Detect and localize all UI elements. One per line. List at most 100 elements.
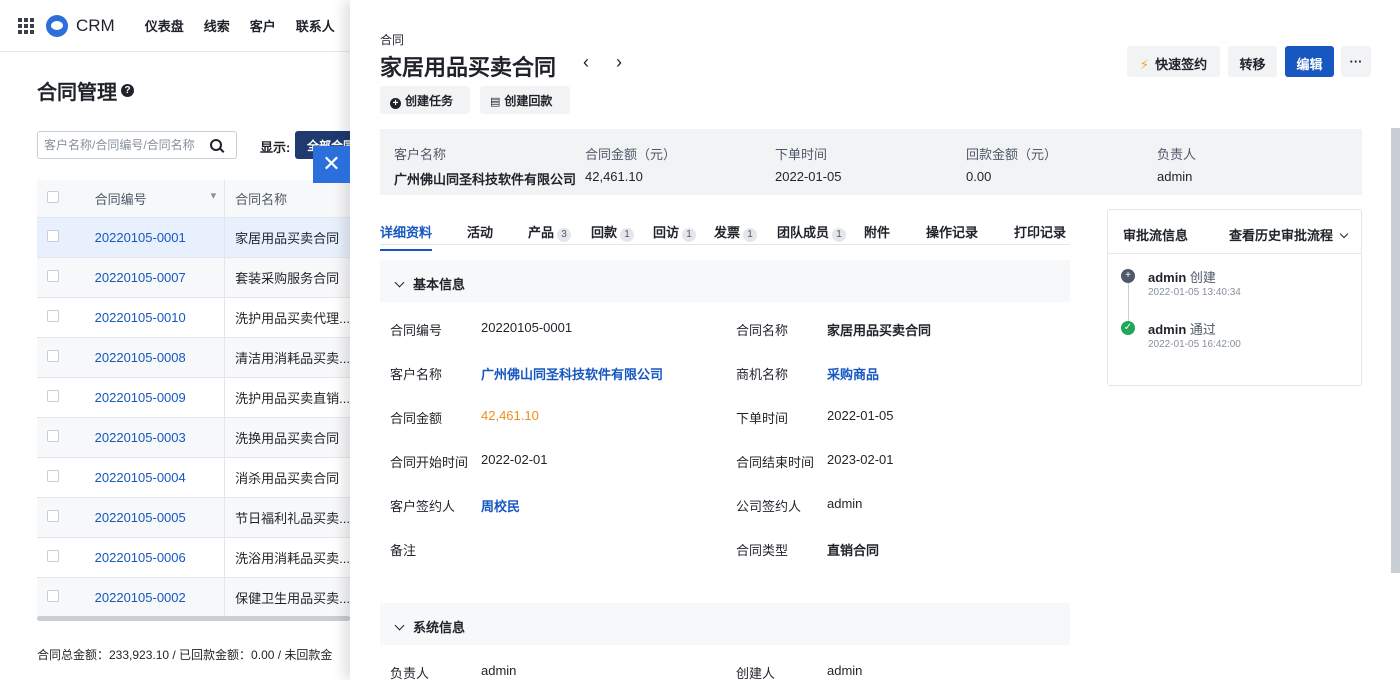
field-label: 合同类型 — [736, 543, 789, 558]
table-row[interactable]: 20220105-0009 洗护用品买卖直销... — [37, 377, 350, 418]
table-row[interactable]: 20220105-0002 保健卫生用品买卖... — [37, 577, 350, 618]
more-button[interactable]: ··· — [1341, 46, 1371, 77]
row-checkbox[interactable] — [47, 229, 59, 242]
contract-number-cell: 20220105-0001 — [84, 217, 226, 258]
contract-number-cell: 20220105-0008 — [84, 337, 226, 378]
row-checkbox[interactable] — [47, 589, 59, 602]
column-header-name[interactable]: 合同名称 — [224, 180, 350, 218]
row-checkbox[interactable] — [47, 269, 59, 282]
edit-button[interactable]: 编辑 — [1285, 46, 1334, 77]
filter-icon[interactable]: ▾ — [211, 189, 217, 202]
summary-amount: 合同金额（元） 42,461.10 — [585, 144, 676, 184]
field-label: 商机名称 — [736, 367, 789, 382]
next-record-icon[interactable]: › — [616, 52, 622, 73]
summary-value: 2022-01-05 — [775, 169, 842, 184]
contract-number-link[interactable]: 20220105-0002 — [95, 590, 186, 605]
customer-link[interactable]: 广州佛山同圣科技软件有限公司 — [481, 364, 663, 383]
row-checkbox-cell — [37, 297, 85, 338]
nav-item-customers[interactable]: 客户 — [250, 16, 276, 35]
tab-visits[interactable]: 回访 1 — [653, 222, 697, 242]
tab-team[interactable]: 团队成员 1 — [777, 222, 847, 242]
table-row[interactable]: 20220105-0004 消杀用品买卖合同 — [37, 457, 350, 498]
tab-activity[interactable]: 活动 — [467, 222, 493, 241]
row-checkbox[interactable] — [47, 349, 59, 362]
tab-products[interactable]: 产品 3 — [528, 222, 572, 242]
field-label: 备注 — [390, 543, 417, 558]
tab-print-log[interactable]: 打印记录 — [1014, 222, 1066, 241]
customer-signer-link[interactable]: 周校民 — [481, 496, 520, 515]
contract-number-link[interactable]: 20220105-0008 — [95, 350, 186, 365]
help-icon[interactable]: ? — [121, 84, 134, 97]
table-horizontal-scrollbar[interactable] — [37, 616, 350, 621]
row-checkbox[interactable] — [47, 429, 59, 442]
approval-title: 审批流信息 — [1123, 228, 1189, 243]
tab-operation-log[interactable]: 操作记录 — [926, 222, 978, 241]
tab-payments[interactable]: 回款 1 — [591, 222, 635, 242]
contract-name-cell: 保健卫生用品买卖... — [224, 577, 350, 618]
contract-number-link[interactable]: 20220105-0010 — [95, 310, 186, 325]
close-drawer-button[interactable]: ✕ — [313, 146, 350, 183]
system-info-header[interactable]: 系统信息 — [380, 603, 1070, 645]
tab-invoices[interactable]: 发票 1 — [714, 222, 758, 242]
create-task-button[interactable]: + 创建任务 — [380, 86, 470, 114]
approval-header: 审批流信息 查看历史审批流程 — [1108, 210, 1361, 254]
apps-grid-icon[interactable] — [18, 17, 34, 34]
field-label: 创建人 — [736, 666, 776, 680]
row-checkbox[interactable] — [47, 549, 59, 562]
transfer-button[interactable]: 转移 — [1228, 46, 1277, 77]
field-label: 合同金额 — [390, 411, 443, 426]
table-row[interactable]: 20220105-0008 清洁用消耗品买卖... — [37, 337, 350, 378]
field-label: 客户签约人 — [390, 499, 456, 514]
contract-number-link[interactable]: 20220105-0003 — [95, 430, 186, 445]
contract-number-link[interactable]: 20220105-0005 — [95, 510, 186, 525]
summary-label: 负责人 — [1157, 147, 1197, 162]
tab-attachments[interactable]: 附件 — [864, 222, 890, 241]
basic-info-header[interactable]: 基本信息 — [380, 260, 1070, 302]
create-payment-button[interactable]: ▤ 创建回款 — [480, 86, 570, 114]
drawer-title: 家居用品买卖合同 — [380, 55, 557, 80]
field-label: 合同编号 — [390, 323, 443, 338]
row-checkbox[interactable] — [47, 469, 59, 482]
search-icon[interactable] — [210, 139, 222, 151]
table-row[interactable]: 20220105-0001 家居用品买卖合同 — [37, 217, 350, 258]
summary-label: 客户名称 — [394, 147, 447, 162]
row-checkbox[interactable] — [47, 509, 59, 522]
contract-summary: 客户名称 广州佛山同圣科技软件有限公司 合同金额（元） 42,461.10 下单… — [380, 129, 1362, 195]
approval-panel: 审批流信息 查看历史审批流程 + admin 创建 2022-01-05 13:… — [1107, 209, 1362, 386]
summary-value: admin — [1157, 169, 1193, 184]
table-row[interactable]: 20220105-0006 洗浴用消耗品买卖... — [37, 537, 350, 578]
contract-number-link[interactable]: 20220105-0007 — [95, 270, 186, 285]
nav-item-dashboard[interactable]: 仪表盘 — [145, 16, 184, 35]
contract-detail-drawer: 合同 家居用品买卖合同 ‹ › + 创建任务 ▤ 创建回款 ⚡ 快速签约 转移 编辑 … — [350, 0, 1400, 680]
row-checkbox[interactable] — [47, 309, 59, 322]
approval-user: admin — [1148, 322, 1187, 337]
search-input[interactable] — [44, 138, 204, 152]
nav-item-leads[interactable]: 线索 — [204, 16, 230, 35]
chevron-down-icon — [1339, 229, 1349, 239]
contract-number-link[interactable]: 20220105-0009 — [95, 390, 186, 405]
table-row[interactable]: 20220105-0003 洗换用品买卖合同 — [37, 417, 350, 458]
drawer-vertical-scrollbar[interactable] — [1391, 128, 1400, 573]
field-label: 合同开始时间 — [390, 455, 469, 470]
contract-number-link[interactable]: 20220105-0004 — [95, 470, 186, 485]
tab-label: 产品 — [528, 225, 555, 240]
column-header-number[interactable]: 合同编号 ▾ — [84, 180, 226, 218]
count-badge: 3 — [557, 228, 572, 242]
approval-history-link[interactable]: 查看历史审批流程 — [1229, 225, 1349, 244]
table-row[interactable]: 20220105-0005 节日福利礼品买卖... — [37, 497, 350, 538]
prev-record-icon[interactable]: ‹ — [583, 52, 589, 73]
row-checkbox[interactable] — [47, 389, 59, 402]
contract-number-link[interactable]: 20220105-0001 — [95, 230, 186, 245]
opportunity-link[interactable]: 采购商品 — [827, 364, 879, 383]
summary-label: 下单时间 — [775, 147, 828, 162]
quick-sign-button[interactable]: ⚡ 快速签约 — [1127, 46, 1220, 77]
tab-details[interactable]: 详细资料 — [380, 222, 433, 251]
start-date-value: 2022-02-01 — [481, 452, 548, 467]
nav-item-contacts[interactable]: 联系人 — [296, 16, 335, 35]
contract-amount-value: 42,461.10 — [481, 408, 539, 423]
select-all-checkbox[interactable] — [47, 190, 59, 203]
table-row[interactable]: 20220105-0007 套装采购服务合同 — [37, 257, 350, 298]
contract-number-link[interactable]: 20220105-0006 — [95, 550, 186, 565]
table-row[interactable]: 20220105-0010 洗护用品买卖代理... — [37, 297, 350, 338]
page-title: 合同管理 ? — [37, 76, 134, 105]
